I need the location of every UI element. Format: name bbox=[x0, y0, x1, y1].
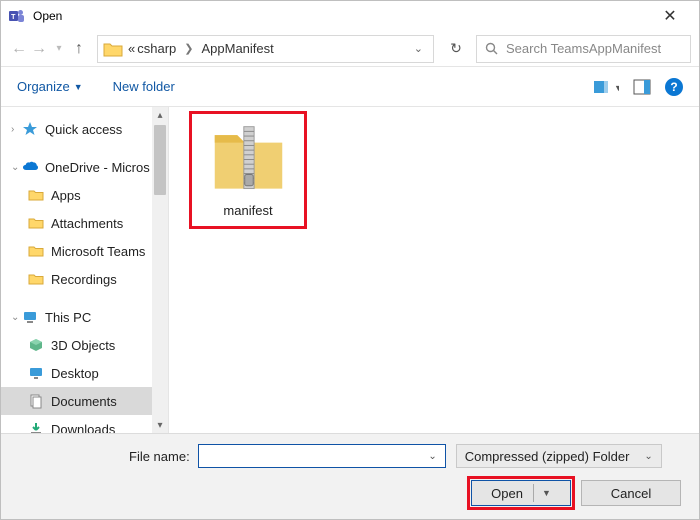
cancel-button[interactable]: Cancel bbox=[581, 480, 681, 506]
caret-down-icon: ▼ bbox=[74, 82, 83, 92]
svg-text:T: T bbox=[11, 14, 16, 21]
svg-text:▼: ▼ bbox=[614, 83, 619, 93]
address-bar[interactable]: « csharp ❯ AppManifest ⌄ bbox=[97, 35, 434, 63]
navigation-bar: ← → ▾ ↑ « csharp ❯ AppManifest ⌄ ↻ Searc… bbox=[1, 31, 699, 67]
tree-this-pc[interactable]: ⌄ This PC bbox=[1, 303, 152, 331]
help-button[interactable]: ? bbox=[665, 78, 683, 96]
nav-arrows: ← → ▾ ↑ bbox=[9, 40, 89, 58]
scroll-down[interactable]: ▾ bbox=[152, 417, 168, 433]
tree-item[interactable]: Attachments bbox=[1, 209, 152, 237]
open-split-dropdown[interactable]: ▼ bbox=[542, 488, 551, 498]
search-box[interactable]: Search TeamsAppManifest bbox=[476, 35, 691, 63]
window-title: Open bbox=[33, 9, 647, 23]
new-folder-button[interactable]: New folder bbox=[113, 79, 175, 94]
teams-icon: T bbox=[7, 7, 25, 25]
tree-view: › Quick access ⌄ OneDrive - Micros bbox=[1, 107, 152, 433]
file-item-label: manifest bbox=[200, 203, 296, 218]
file-name-input[interactable]: ⌄ bbox=[198, 444, 446, 468]
file-type-filter[interactable]: Compressed (zipped) Folder ⌄ bbox=[456, 444, 662, 468]
tree-item[interactable]: Microsoft Teams bbox=[1, 237, 152, 265]
command-bar: Organize ▼ New folder ▼ ? bbox=[1, 67, 699, 107]
documents-icon bbox=[27, 392, 45, 410]
view-options-button[interactable]: ▼ bbox=[593, 79, 619, 95]
3d-objects-icon bbox=[27, 336, 45, 354]
tree-quick-access[interactable]: › Quick access bbox=[1, 115, 152, 143]
collapse-icon[interactable]: ⌄ bbox=[11, 162, 21, 173]
folder-icon bbox=[27, 270, 45, 288]
tree-item[interactable]: 3D Objects bbox=[1, 331, 152, 359]
tree-item[interactable]: Apps bbox=[1, 181, 152, 209]
breadcrumb-prefix: « bbox=[128, 41, 135, 56]
file-item-manifest[interactable]: manifest bbox=[189, 111, 307, 229]
tree-item[interactable]: Desktop bbox=[1, 359, 152, 387]
breadcrumb-item[interactable]: AppManifest bbox=[199, 41, 275, 56]
folder-icon bbox=[27, 242, 45, 260]
folder-icon bbox=[27, 214, 45, 232]
folder-icon bbox=[27, 186, 45, 204]
desktop-icon bbox=[27, 364, 45, 382]
filter-dropdown-icon: ⌄ bbox=[644, 451, 652, 462]
file-list-area[interactable]: manifest bbox=[169, 107, 699, 433]
recent-locations-dropdown[interactable]: ▾ bbox=[49, 43, 69, 54]
dialog-footer: File name: ⌄ Compressed (zipped) Folder … bbox=[1, 433, 699, 519]
tree-item-documents[interactable]: Documents bbox=[1, 387, 152, 415]
tree-item[interactable]: Recordings bbox=[1, 265, 152, 293]
expand-icon[interactable]: › bbox=[11, 124, 21, 135]
scroll-up[interactable]: ▴ bbox=[152, 107, 168, 123]
preview-pane-button[interactable] bbox=[633, 79, 651, 95]
open-dialog-window: T Open ✕ ← → ▾ ↑ « csharp ❯ AppManifest … bbox=[0, 0, 700, 520]
open-button[interactable]: Open ▼ bbox=[471, 480, 571, 506]
folder-icon bbox=[102, 38, 124, 60]
onedrive-icon bbox=[21, 158, 39, 176]
chevron-right-icon: ❯ bbox=[178, 42, 199, 55]
quick-access-icon bbox=[21, 120, 39, 138]
file-name-dropdown[interactable]: ⌄ bbox=[428, 451, 440, 462]
navigation-pane: › Quick access ⌄ OneDrive - Micros bbox=[1, 107, 169, 433]
sidebar-scrollbar[interactable]: ▴ ▾ bbox=[152, 107, 168, 433]
organize-menu[interactable]: Organize ▼ bbox=[17, 79, 83, 94]
forward-button[interactable]: → bbox=[29, 40, 49, 58]
refresh-button[interactable]: ↻ bbox=[442, 40, 470, 57]
file-name-label: File name: bbox=[129, 449, 190, 464]
command-bar-right: ▼ ? bbox=[593, 78, 683, 96]
tree-item[interactable]: Downloads bbox=[1, 415, 152, 433]
back-button[interactable]: ← bbox=[9, 40, 29, 58]
scroll-thumb[interactable] bbox=[154, 125, 166, 195]
downloads-icon bbox=[27, 420, 45, 433]
breadcrumb-item[interactable]: csharp bbox=[135, 41, 178, 56]
address-dropdown[interactable]: ⌄ bbox=[408, 42, 429, 55]
up-button[interactable]: ↑ bbox=[69, 40, 89, 58]
this-pc-icon bbox=[21, 308, 39, 326]
search-icon bbox=[485, 42, 498, 55]
tree-onedrive[interactable]: ⌄ OneDrive - Micros bbox=[1, 153, 152, 181]
zip-folder-icon bbox=[211, 122, 286, 197]
collapse-icon[interactable]: ⌄ bbox=[11, 312, 21, 323]
title-bar: T Open ✕ bbox=[1, 1, 699, 31]
close-button[interactable]: ✕ bbox=[647, 1, 693, 31]
search-placeholder: Search TeamsAppManifest bbox=[506, 41, 661, 56]
